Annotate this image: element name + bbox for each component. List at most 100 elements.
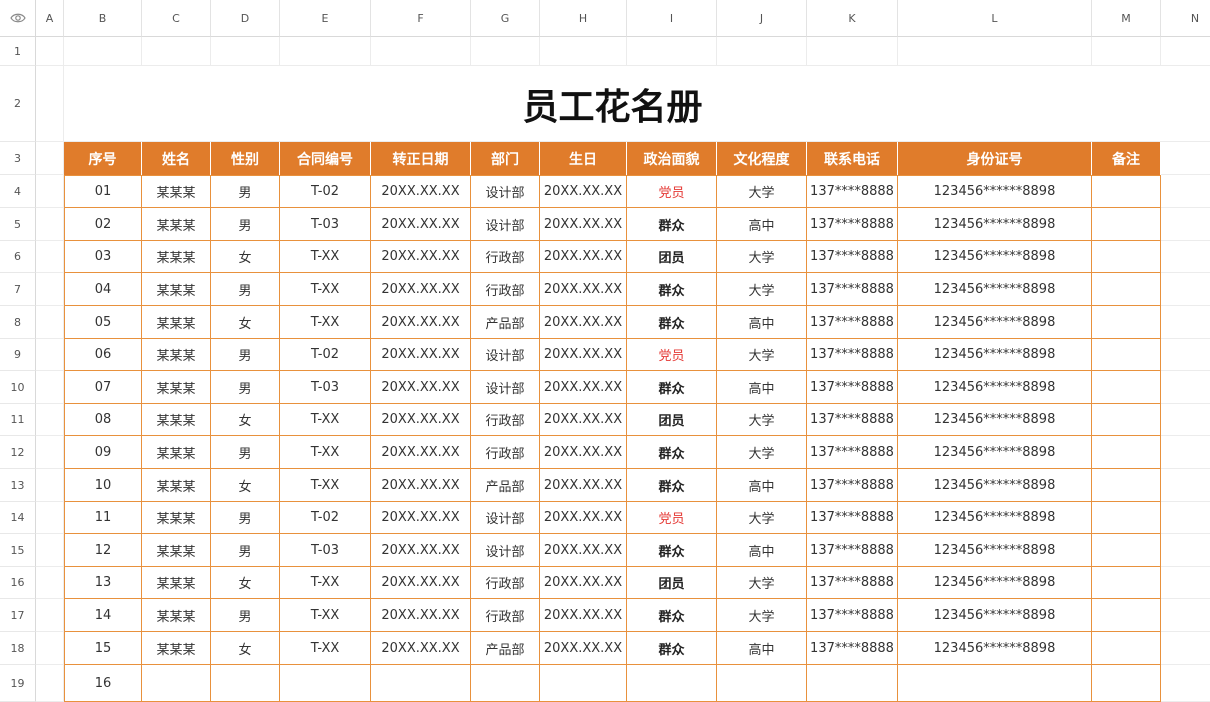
row-header-9[interactable]: 9 xyxy=(0,339,36,371)
table-cell[interactable]: 某某某 xyxy=(142,175,211,208)
table-cell[interactable]: 20XX.XX.XX xyxy=(540,306,627,339)
cell-empty[interactable] xyxy=(280,37,371,66)
table-cell[interactable]: 20XX.XX.XX xyxy=(540,567,627,599)
table-cell[interactable]: 137****8888 xyxy=(807,339,898,371)
cell-empty[interactable] xyxy=(1161,241,1210,273)
cell-empty[interactable] xyxy=(1161,665,1210,702)
table-cell[interactable]: 高中 xyxy=(717,306,807,339)
table-cell[interactable]: 男 xyxy=(211,273,280,306)
table-cell[interactable]: 137****8888 xyxy=(807,208,898,241)
row-header-3[interactable]: 3 xyxy=(0,142,36,175)
table-cell[interactable] xyxy=(717,665,807,702)
cell-empty[interactable] xyxy=(36,175,64,208)
table-cell[interactable] xyxy=(371,665,471,702)
table-cell[interactable]: 137****8888 xyxy=(807,241,898,273)
cell-empty[interactable] xyxy=(1161,404,1210,436)
table-cell[interactable] xyxy=(1092,208,1161,241)
table-header-cell[interactable]: 身份证号 xyxy=(898,142,1092,175)
table-cell[interactable]: 某某某 xyxy=(142,208,211,241)
table-cell[interactable]: 团员 xyxy=(627,404,717,436)
table-cell[interactable]: 03 xyxy=(64,241,142,273)
table-cell[interactable]: 设计部 xyxy=(471,534,540,567)
table-cell[interactable]: 某某某 xyxy=(142,469,211,502)
table-cell[interactable]: T-02 xyxy=(280,502,371,534)
table-cell[interactable]: 群众 xyxy=(627,469,717,502)
table-header-cell[interactable]: 备注 xyxy=(1092,142,1161,175)
cell-empty[interactable] xyxy=(471,37,540,66)
table-cell[interactable]: T-03 xyxy=(280,371,371,404)
table-cell[interactable]: 党员 xyxy=(627,175,717,208)
table-header-cell[interactable]: 政治面貌 xyxy=(627,142,717,175)
table-cell[interactable]: 123456******8898 xyxy=(898,469,1092,502)
table-cell[interactable]: 群众 xyxy=(627,371,717,404)
row-header-2[interactable]: 2 xyxy=(0,66,36,142)
cell-empty[interactable] xyxy=(1161,37,1210,66)
table-cell[interactable] xyxy=(280,665,371,702)
cell-empty[interactable] xyxy=(1161,599,1210,632)
row-header-11[interactable]: 11 xyxy=(0,404,36,436)
row-header-13[interactable]: 13 xyxy=(0,469,36,502)
table-cell[interactable]: 女 xyxy=(211,241,280,273)
row-header-1[interactable]: 1 xyxy=(0,37,36,66)
cell-empty[interactable] xyxy=(36,436,64,469)
table-cell[interactable]: 设计部 xyxy=(471,371,540,404)
table-cell[interactable]: 某某某 xyxy=(142,306,211,339)
column-header-f[interactable]: F xyxy=(371,0,471,37)
table-cell[interactable]: 123456******8898 xyxy=(898,632,1092,665)
table-cell[interactable]: 团员 xyxy=(627,567,717,599)
row-header-8[interactable]: 8 xyxy=(0,306,36,339)
table-cell[interactable]: 01 xyxy=(64,175,142,208)
table-cell[interactable]: 137****8888 xyxy=(807,273,898,306)
table-cell[interactable]: 20XX.XX.XX xyxy=(540,436,627,469)
table-cell[interactable]: 10 xyxy=(64,469,142,502)
table-cell[interactable]: 02 xyxy=(64,208,142,241)
table-cell[interactable] xyxy=(1092,241,1161,273)
table-header-cell[interactable]: 姓名 xyxy=(142,142,211,175)
row-header-16[interactable]: 16 xyxy=(0,567,36,599)
roster-title[interactable]: 员工花名册 xyxy=(64,66,1161,142)
table-cell[interactable] xyxy=(1092,175,1161,208)
table-cell[interactable]: 党员 xyxy=(627,339,717,371)
table-cell[interactable]: 某某某 xyxy=(142,567,211,599)
table-cell[interactable]: 20XX.XX.XX xyxy=(371,632,471,665)
row-header-5[interactable]: 5 xyxy=(0,208,36,241)
table-cell[interactable]: 20XX.XX.XX xyxy=(371,469,471,502)
table-cell[interactable]: 20XX.XX.XX xyxy=(540,371,627,404)
cell-empty[interactable] xyxy=(36,665,64,702)
table-cell[interactable] xyxy=(471,665,540,702)
table-cell[interactable]: 高中 xyxy=(717,534,807,567)
table-cell[interactable] xyxy=(1092,534,1161,567)
row-header-15[interactable]: 15 xyxy=(0,534,36,567)
cell-empty[interactable] xyxy=(36,66,64,142)
table-cell[interactable]: 123456******8898 xyxy=(898,502,1092,534)
table-cell[interactable]: 137****8888 xyxy=(807,534,898,567)
table-cell[interactable]: 群众 xyxy=(627,306,717,339)
cell-empty[interactable] xyxy=(1161,339,1210,371)
table-cell[interactable]: 07 xyxy=(64,371,142,404)
table-cell[interactable]: T-XX xyxy=(280,404,371,436)
table-cell[interactable]: 123456******8898 xyxy=(898,208,1092,241)
table-cell[interactable]: T-XX xyxy=(280,567,371,599)
table-header-cell[interactable]: 序号 xyxy=(64,142,142,175)
cell-empty[interactable] xyxy=(1161,469,1210,502)
table-cell[interactable]: 某某某 xyxy=(142,436,211,469)
table-cell[interactable]: 20XX.XX.XX xyxy=(371,404,471,436)
table-cell[interactable] xyxy=(1092,469,1161,502)
table-cell[interactable]: 大学 xyxy=(717,241,807,273)
cell-empty[interactable] xyxy=(36,567,64,599)
table-cell[interactable] xyxy=(627,665,717,702)
table-cell[interactable]: 12 xyxy=(64,534,142,567)
table-cell[interactable]: T-XX xyxy=(280,436,371,469)
table-cell[interactable]: 某某某 xyxy=(142,404,211,436)
table-header-cell[interactable]: 生日 xyxy=(540,142,627,175)
cell-empty[interactable] xyxy=(1092,37,1161,66)
column-header-d[interactable]: D xyxy=(211,0,280,37)
table-cell[interactable]: 137****8888 xyxy=(807,632,898,665)
table-cell[interactable]: T-XX xyxy=(280,306,371,339)
select-all-corner[interactable] xyxy=(0,0,36,37)
cell-empty[interactable] xyxy=(36,273,64,306)
table-cell[interactable]: 行政部 xyxy=(471,436,540,469)
table-cell[interactable]: 大学 xyxy=(717,599,807,632)
table-cell[interactable] xyxy=(1092,404,1161,436)
table-cell[interactable]: 123456******8898 xyxy=(898,404,1092,436)
